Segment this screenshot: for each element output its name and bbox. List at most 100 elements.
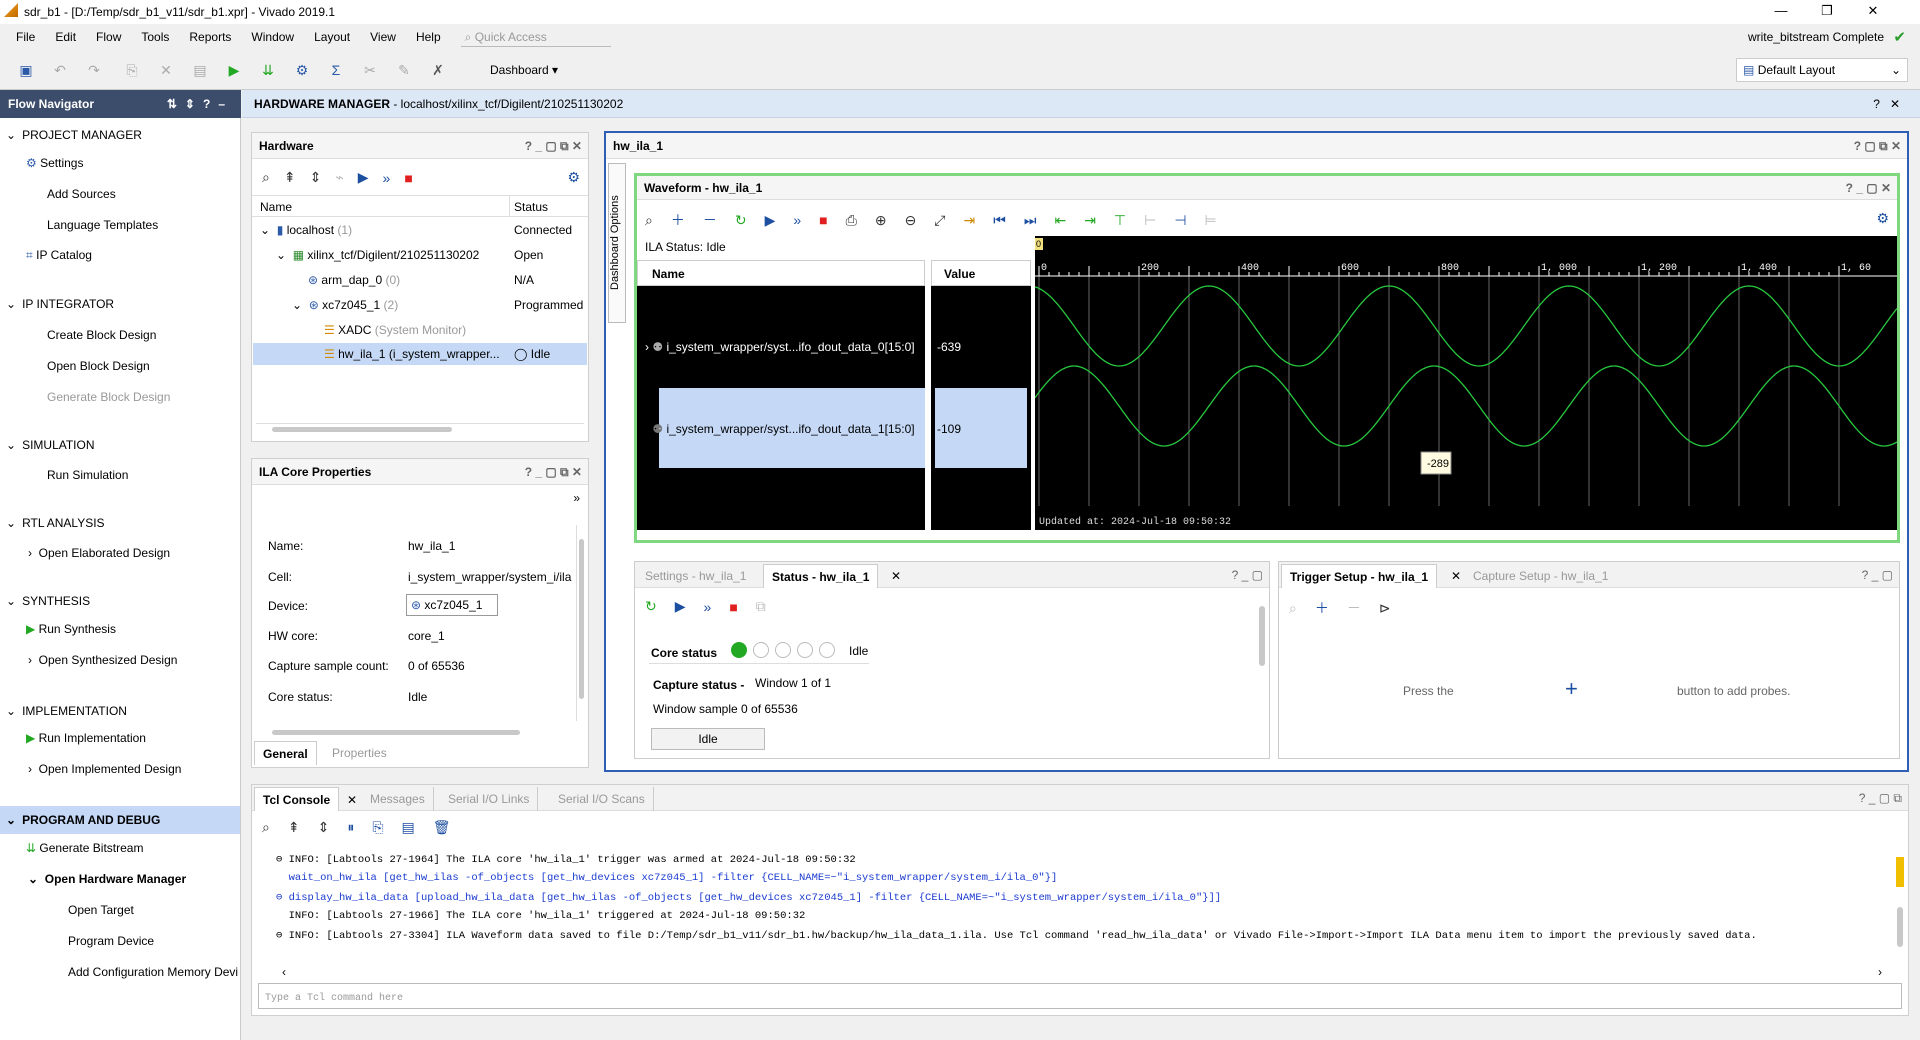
close-tab-icon[interactable]: ✕ bbox=[1451, 569, 1461, 583]
previous-marker-icon[interactable]: ⊢ bbox=[1144, 212, 1156, 229]
nav-open-block-design[interactable]: Open Block Design bbox=[47, 359, 150, 373]
collapse-all-icon[interactable]: ⇞ bbox=[288, 819, 300, 836]
nav-open-target[interactable]: Open Target bbox=[68, 903, 134, 917]
tab-settings[interactable]: Settings - hw_ila_1 bbox=[637, 564, 754, 588]
panel-window-controls[interactable]: ? ▢ ⧉ ✕ bbox=[1854, 133, 1901, 159]
next-marker-icon[interactable]: ⊣ bbox=[1174, 212, 1186, 229]
section-synthesis[interactable]: ⌄ SYNTHESIS bbox=[6, 594, 90, 608]
hardware-manager-controls[interactable]: ?✕ bbox=[1873, 90, 1910, 118]
menu-flow[interactable]: Flow bbox=[86, 30, 131, 44]
run-trigger-icon[interactable]: ▶ bbox=[765, 212, 776, 229]
menu-window[interactable]: Window bbox=[241, 30, 304, 44]
tab-messages[interactable]: Messages bbox=[362, 787, 434, 811]
section-program-and-debug[interactable]: ⌄ PROGRAM AND DEBUG bbox=[6, 813, 160, 827]
flow-navigator-controls[interactable]: ⇅⇕?– bbox=[167, 90, 233, 118]
signal-row-0[interactable]: › ⚉ i_system_wrapper/syst...ifo_dout_dat… bbox=[645, 340, 923, 354]
capture-icon[interactable]: ⧉ bbox=[756, 598, 766, 615]
export-icon[interactable]: ⎙ bbox=[846, 212, 857, 229]
tree-row-tcf[interactable]: ⌄ ▦ xilinx_tcf/Digilent/210251130202 bbox=[276, 248, 479, 262]
stop-icon[interactable]: ■ bbox=[404, 170, 412, 186]
tab-general[interactable]: General bbox=[254, 741, 317, 765]
redo-icon[interactable]: ↷ bbox=[86, 62, 102, 78]
tree-row-arm-dap[interactable]: ⊛ arm_dap_0 (0) bbox=[308, 273, 400, 287]
device-link[interactable]: ⊛ xc7z045_1 bbox=[406, 594, 498, 616]
waveform-canvas[interactable]: 0 200 400 600 800 1, 000 1, 200 1, 400 1, 60 0 -… bbox=[1035, 236, 1897, 530]
nav-settings[interactable]: ⚙ Settings bbox=[26, 156, 83, 170]
tab-status[interactable]: Status - hw_ila_1 bbox=[763, 564, 879, 588]
run-icon[interactable]: ▶ bbox=[226, 62, 242, 78]
add-probe-icon[interactable]: + bbox=[1565, 676, 1578, 702]
add-marker-icon[interactable]: ⊤ bbox=[1114, 212, 1126, 229]
go-to-start-icon[interactable]: ⏮ bbox=[993, 212, 1006, 229]
search-icon[interactable]: ⌕ bbox=[645, 212, 653, 229]
minimize-button[interactable]: — bbox=[1758, 0, 1804, 24]
zoom-in-icon[interactable]: ⊕ bbox=[875, 212, 887, 229]
auto-retrigger-icon[interactable]: ↻ bbox=[735, 212, 747, 229]
stop-icon[interactable]: ■ bbox=[819, 212, 827, 228]
properties-icon[interactable]: ▤ bbox=[192, 62, 208, 78]
settings-gear-icon[interactable]: ⚙ bbox=[1876, 210, 1889, 227]
panel-window-controls[interactable]: ? _ ▢ ⧉ bbox=[1859, 785, 1902, 811]
more-icon[interactable]: » bbox=[573, 491, 580, 505]
settings-gear-icon[interactable]: ⚙ bbox=[567, 169, 580, 186]
panel-window-controls[interactable]: ? _ ▢ bbox=[1862, 562, 1893, 588]
menu-file[interactable]: File bbox=[0, 30, 45, 44]
run-immediate-icon[interactable]: » bbox=[383, 170, 391, 186]
tree-row-localhost[interactable]: ⌄ ▮ localhost (1) bbox=[260, 223, 352, 237]
settings-gear-icon[interactable]: ⚙ bbox=[294, 62, 310, 78]
menu-layout[interactable]: Layout bbox=[304, 30, 360, 44]
dashboard-menu[interactable]: Dashboard ▾ bbox=[490, 63, 558, 77]
add-probe-icon[interactable]: ＋ bbox=[1315, 598, 1329, 618]
open-project-icon[interactable]: ▣ bbox=[18, 62, 34, 78]
sigma-icon[interactable]: Σ bbox=[328, 62, 344, 78]
close-button[interactable]: ✕ bbox=[1850, 0, 1896, 24]
tab-trigger-setup[interactable]: Trigger Setup - hw_ila_1 bbox=[1281, 564, 1438, 588]
tree-row-xadc[interactable]: ☰ XADC (System Monitor) bbox=[324, 323, 466, 337]
section-simulation[interactable]: ⌄ SIMULATION bbox=[6, 438, 95, 452]
zoom-out-icon[interactable]: ⊖ bbox=[905, 212, 917, 229]
go-to-end-icon[interactable]: ⏭ bbox=[1024, 212, 1037, 229]
tree-row-device[interactable]: ⌄ ⊛ xc7z045_1 (2) bbox=[292, 298, 398, 312]
horizontal-scrollbar[interactable] bbox=[256, 727, 574, 737]
nav-run-simulation[interactable]: Run Simulation bbox=[47, 468, 128, 482]
menu-reports[interactable]: Reports bbox=[179, 30, 241, 44]
dashboard-options-tab[interactable]: Dashboard Options bbox=[608, 163, 626, 323]
run-immediate-icon[interactable]: » bbox=[793, 212, 801, 228]
section-project-manager[interactable]: ⌄ PROJECT MANAGER bbox=[6, 128, 142, 142]
menu-help[interactable]: Help bbox=[406, 30, 451, 44]
tab-tcl-console[interactable]: Tcl Console bbox=[254, 787, 340, 811]
add-icon[interactable]: ＋ bbox=[671, 210, 685, 230]
run-immediate-icon[interactable]: » bbox=[704, 599, 712, 615]
undo-icon[interactable]: ↶ bbox=[52, 62, 68, 78]
copy-icon[interactable]: ⎘ bbox=[372, 819, 383, 836]
tab-serial-io-links[interactable]: Serial I/O Links bbox=[440, 787, 539, 811]
remove-icon[interactable]: － bbox=[703, 210, 717, 230]
auto-retrigger-icon[interactable]: ↻ bbox=[645, 598, 657, 615]
nav-open-synthesized-design[interactable]: › Open Synthesized Design bbox=[28, 653, 177, 667]
clear-icon[interactable]: 🗑 bbox=[433, 819, 451, 836]
nav-language-templates[interactable]: Language Templates bbox=[47, 218, 158, 232]
vertical-scrollbar[interactable] bbox=[1894, 847, 1906, 977]
tool-b-icon[interactable]: ✎ bbox=[396, 62, 412, 78]
close-tab-icon[interactable]: ✕ bbox=[347, 793, 357, 807]
section-rtl-analysis[interactable]: ⌄ RTL ANALYSIS bbox=[6, 516, 105, 530]
expand-all-icon[interactable]: ⇕ bbox=[310, 169, 322, 186]
close-tab-icon[interactable]: ✕ bbox=[891, 569, 901, 583]
tree-row-hw-ila[interactable]: ☰ hw_ila_1 (i_system_wrapper... bbox=[324, 347, 508, 361]
maximize-button[interactable]: ❐ bbox=[1804, 0, 1850, 24]
horizontal-scrollbar[interactable] bbox=[256, 423, 584, 433]
panel-window-controls[interactable]: ? _ ▢ ⧉ ✕ bbox=[525, 459, 582, 485]
collapse-all-icon[interactable]: ⇞ bbox=[284, 169, 296, 186]
tool-c-icon[interactable]: ✗ bbox=[430, 62, 446, 78]
search-icon[interactable]: ⌕ bbox=[262, 169, 270, 186]
menu-view[interactable]: View bbox=[360, 30, 406, 44]
nav-generate-bitstream[interactable]: ⇊ Generate Bitstream bbox=[26, 841, 143, 855]
run-trigger-icon[interactable]: ▶ bbox=[675, 598, 686, 615]
tab-serial-io-scans[interactable]: Serial I/O Scans bbox=[550, 787, 654, 811]
panel-window-controls[interactable]: ? _ ▢ bbox=[1232, 562, 1263, 588]
panel-window-controls[interactable]: ? _ ▢ ⧉ ✕ bbox=[525, 133, 582, 159]
run-trigger-icon[interactable]: ▶ bbox=[358, 169, 369, 186]
tab-capture-setup[interactable]: Capture Setup - hw_ila_1 bbox=[1465, 564, 1616, 588]
nav-program-device[interactable]: Program Device bbox=[68, 934, 154, 948]
horizontal-scrollbar[interactable]: ‹ › bbox=[282, 965, 1882, 979]
